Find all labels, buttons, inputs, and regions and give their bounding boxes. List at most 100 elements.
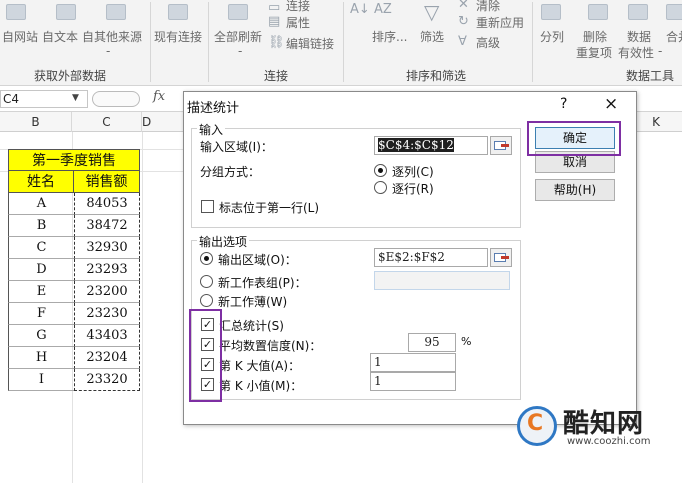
watermark-logo-letter: C: [527, 411, 544, 436]
close-icon[interactable]: ×: [604, 94, 618, 114]
grouped-by-label: 分组方式：: [200, 165, 261, 179]
sales-cell[interactable]: 43403: [74, 325, 140, 347]
summary-stats-label[interactable]: 汇总统计(S): [219, 317, 284, 334]
insert-function-icon[interactable]: fx: [153, 89, 165, 104]
sort-icon: AZ: [374, 2, 392, 17]
sales-cell[interactable]: 23293: [74, 259, 140, 281]
consolidate-button[interactable]: 合并: [666, 28, 682, 45]
existing-connections-button[interactable]: 现有连接: [154, 28, 202, 45]
data-validation-arrow[interactable]: -: [658, 44, 662, 58]
help-button[interactable]: 帮助(H): [535, 179, 615, 201]
text-to-columns-button[interactable]: 分列: [540, 28, 564, 45]
column-header-c[interactable]: C: [72, 112, 142, 132]
refresh-all-icon: [228, 4, 248, 20]
confidence-level-label[interactable]: 平均数置信度(N)：: [219, 337, 321, 354]
name-cell[interactable]: G: [8, 325, 74, 347]
percent-sign: %: [461, 335, 472, 348]
new-worksheet-radio[interactable]: [200, 275, 213, 288]
name-cell[interactable]: I: [8, 369, 74, 391]
new-worksheet-label[interactable]: 新工作表组(P)：: [218, 274, 307, 291]
name-cell[interactable]: A: [8, 193, 74, 215]
filter-icon: ▽: [424, 0, 440, 24]
data-validation-button[interactable]: 数据: [627, 28, 651, 45]
name-box-dropdown-icon[interactable]: ▼: [72, 93, 79, 103]
properties-button[interactable]: 属性: [286, 14, 310, 31]
sheet-title-cell[interactable]: 第一季度销售: [8, 149, 140, 171]
name-cell[interactable]: B: [8, 215, 74, 237]
sales-cell[interactable]: 32930: [74, 237, 140, 259]
ribbon-separator: [150, 2, 151, 82]
new-workbook-radio[interactable]: [200, 294, 213, 307]
data-validation-label-2: 有效性: [618, 46, 655, 60]
advanced-button[interactable]: 高级: [476, 34, 500, 51]
existing-connections-icon: [168, 4, 188, 20]
column-header-b[interactable]: B: [0, 112, 72, 132]
input-range-label: 输入区域(I)：: [200, 140, 273, 154]
output-range-collapse-button[interactable]: [490, 248, 512, 267]
labels-first-row-checkbox[interactable]: [201, 200, 214, 213]
header-cell-name[interactable]: 姓名: [8, 171, 74, 193]
sales-cell[interactable]: 23204: [74, 347, 140, 369]
filter-button[interactable]: 筛选: [420, 28, 444, 45]
connections-button[interactable]: 连接: [286, 0, 310, 14]
name-cell[interactable]: E: [8, 281, 74, 303]
new-workbook-label[interactable]: 新工作薄(W): [218, 293, 287, 310]
kth-largest-field[interactable]: 1: [370, 353, 456, 372]
by-columns-radio[interactable]: [374, 164, 387, 177]
watermark-name: 酷知网: [563, 409, 645, 439]
sales-cell[interactable]: 23230: [74, 303, 140, 325]
input-range-field[interactable]: $C$4:$C$12: [374, 136, 488, 155]
header-cell-sales[interactable]: 销售额: [74, 171, 140, 193]
gridline: [142, 132, 143, 483]
from-web-button[interactable]: 自网站: [2, 28, 38, 45]
kth-largest-label[interactable]: 第 K 大值(A)：: [219, 357, 300, 374]
reapply-icon: ↻: [458, 14, 469, 29]
sales-cell[interactable]: 38472: [74, 215, 140, 237]
from-text-button[interactable]: 自文本: [42, 28, 78, 45]
by-columns-label[interactable]: 逐列(C): [392, 163, 434, 180]
from-other-sources-arrow[interactable]: -: [106, 44, 110, 58]
from-other-sources-icon: [106, 4, 126, 20]
column-header-k[interactable]: K: [630, 112, 682, 132]
connections-icon: ▭: [268, 0, 281, 15]
kth-smallest-field[interactable]: 1: [370, 372, 456, 391]
input-range-collapse-button[interactable]: [490, 136, 512, 155]
output-range-label[interactable]: 输出区域(O)：: [218, 251, 297, 268]
sales-cell[interactable]: 23320: [74, 369, 140, 391]
remove-duplicates-label-2: 重复项: [576, 46, 613, 60]
help-icon[interactable]: ?: [560, 96, 567, 112]
sales-cell[interactable]: 84053: [74, 193, 140, 215]
labels-first-row-label[interactable]: 标志位于第一行(L): [219, 199, 319, 216]
by-rows-label[interactable]: 逐行(R): [392, 180, 434, 197]
highlight-checkboxes: [189, 309, 222, 402]
from-other-sources-button[interactable]: 自其他来源: [82, 28, 142, 45]
from-text-icon: [56, 4, 76, 20]
confidence-level-field[interactable]: 95: [408, 333, 456, 352]
highlight-ok-button: [527, 121, 621, 156]
clear-button[interactable]: 清除: [476, 0, 500, 14]
sales-cell[interactable]: 23200: [74, 281, 140, 303]
edit-links-button[interactable]: 编辑链接: [286, 35, 334, 52]
consolidate-icon: [666, 4, 682, 20]
output-range-radio[interactable]: [200, 252, 213, 265]
ribbon-separator: [532, 2, 533, 82]
formula-cancel-enter-area: [92, 91, 140, 107]
refresh-all-arrow[interactable]: -: [238, 44, 242, 58]
reapply-button[interactable]: 重新应用: [476, 14, 524, 31]
sort-button[interactable]: 排序...: [372, 28, 407, 45]
remove-duplicates-button[interactable]: 删除: [583, 28, 607, 45]
name-cell[interactable]: H: [8, 347, 74, 369]
by-rows-radio[interactable]: [374, 181, 387, 194]
range-arrow-icon: [501, 256, 509, 259]
output-range-field[interactable]: $E$2:$F$2: [374, 248, 488, 267]
new-worksheet-field[interactable]: [374, 271, 510, 290]
name-cell[interactable]: F: [8, 303, 74, 325]
ribbon-separator: [343, 2, 344, 82]
name-cell[interactable]: D: [8, 259, 74, 281]
advanced-filter-icon: ∀: [458, 34, 467, 49]
kth-smallest-label[interactable]: 第 K 小值(M)：: [219, 377, 302, 394]
text-to-columns-icon: [541, 4, 561, 20]
refresh-all-button[interactable]: 全部刷新: [214, 28, 262, 45]
name-cell[interactable]: C: [8, 237, 74, 259]
group-label-sort-filter: 排序和筛选: [406, 69, 467, 83]
